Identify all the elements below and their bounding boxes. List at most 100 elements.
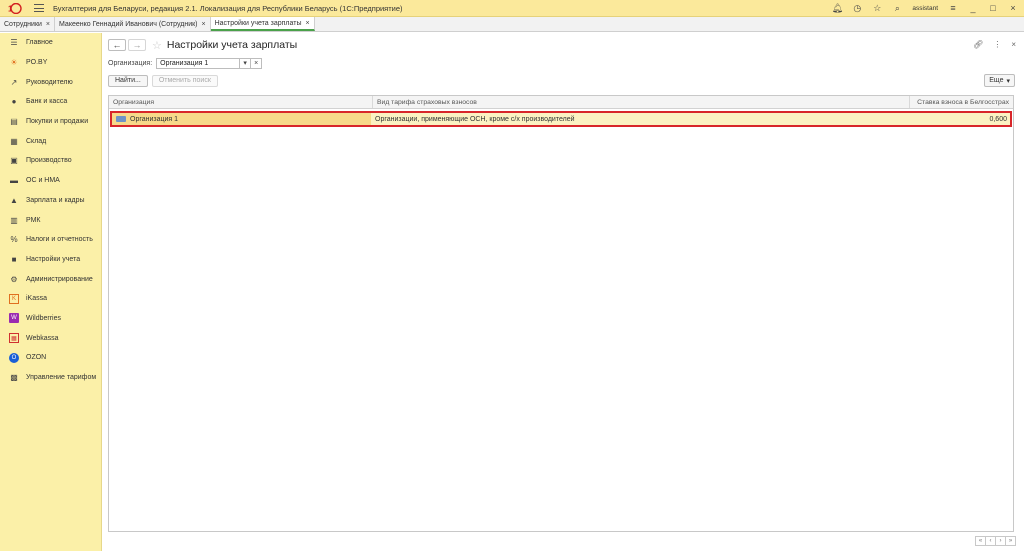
- webkassa-icon: ▦: [9, 333, 19, 344]
- sidebar-item-assets[interactable]: ▬ ОС и НМА: [0, 171, 101, 191]
- forward-button[interactable]: →: [128, 39, 146, 51]
- settings-menu-icon[interactable]: ≡: [948, 4, 958, 14]
- sidebar-item-label: iKassa: [26, 295, 48, 303]
- sidebar-item-wildberries[interactable]: W Wildberries: [0, 309, 101, 329]
- book-icon: ■: [11, 254, 17, 264]
- main-menu-icon[interactable]: [34, 4, 44, 12]
- organization-filter-input[interactable]: Организация 1: [156, 57, 241, 69]
- arrow-right-icon: →: [132, 40, 142, 50]
- ikassa-icon: K: [9, 293, 19, 304]
- sidebar-item-manager[interactable]: ↗ Руководителю: [0, 72, 101, 92]
- truck-icon: ▬: [10, 176, 18, 186]
- sidebar-item-label: Главное: [26, 39, 53, 47]
- sidebar-item-rmk[interactable]: ▥ РМК: [0, 210, 101, 230]
- sidebar-item-accounting-settings[interactable]: ■ Настройки учета: [0, 250, 101, 270]
- back-button[interactable]: ←: [108, 39, 126, 51]
- tab-salary-settings[interactable]: Настройки учета зарплаты ×: [210, 17, 315, 31]
- sidebar-item-administration[interactable]: ⚙ Администрирование: [0, 269, 101, 289]
- sidebar-item-label: Webkassa: [26, 334, 59, 342]
- sidebar-item-label: РМК: [26, 216, 41, 224]
- cell-rate[interactable]: 0,600: [911, 111, 1012, 127]
- user-name[interactable]: assistant: [912, 5, 938, 12]
- gear-icon: ⚙: [10, 274, 18, 284]
- sun-icon: ☀: [10, 58, 18, 68]
- column-header-organization[interactable]: Организация: [109, 96, 373, 108]
- favorite-star-icon[interactable]: ☆: [152, 39, 162, 52]
- sidebar-item-label: Руководителю: [26, 78, 73, 86]
- sidebar-item-label: PO.BY: [26, 59, 48, 67]
- sections-panel: ☰ Главное ☀ PO.BY ↗ Руководителю ● Банк и ка…: [0, 33, 102, 551]
- percent-icon: %: [10, 235, 18, 245]
- sidebar-item-label: OZON: [26, 354, 47, 362]
- cancel-search-button[interactable]: Отменить поиск: [151, 74, 218, 87]
- table-header: Организация Вид тарифа страховых взносов…: [109, 96, 1013, 109]
- maximize-icon[interactable]: □: [988, 4, 998, 14]
- bell-icon[interactable]: 🔔︎: [832, 4, 843, 14]
- tab-label: Настройки учета зарплаты: [214, 19, 302, 27]
- tab-employee-card[interactable]: Макеенко Геннадий Иванович (Сотрудник) ×: [55, 17, 211, 31]
- more-vertical-icon[interactable]: ⋮: [993, 40, 1001, 49]
- dropdown-icon[interactable]: ▾: [240, 57, 252, 69]
- sidebar-item-purchases[interactable]: ▤ Покупки и продажи: [0, 112, 101, 132]
- close-icon[interactable]: ×: [305, 20, 309, 27]
- tariff-icon: ▩: [10, 373, 18, 383]
- sidebar-item-label: Склад: [26, 137, 47, 145]
- arrow-left-icon: ←: [112, 40, 122, 50]
- sidebar-item-production[interactable]: ▣ Производство: [0, 151, 101, 171]
- sidebar-item-poby[interactable]: ☀ PO.BY: [0, 53, 101, 73]
- close-icon[interactable]: ×: [202, 21, 206, 28]
- sidebar-item-label: Настройки учета: [26, 255, 81, 263]
- column-header-rate[interactable]: Ставка взноса в Белгосстрах: [910, 96, 1013, 108]
- sidebar-item-label: Зарплата и кадры: [26, 196, 85, 204]
- form-area: ← → ☆ Настройки учета зарплаты 🔗︎ ⋮ × Ор…: [103, 33, 1024, 551]
- app-title: Бухгалтерия для Беларуси, редакция 2.1. …: [53, 3, 403, 13]
- 1c-logo-icon: 1: [6, 2, 26, 14]
- factory-icon: ▣: [10, 156, 18, 166]
- find-button[interactable]: Найти...: [108, 74, 148, 87]
- organization-icon: [116, 116, 126, 122]
- person-icon: ▲: [10, 195, 18, 205]
- sidebar-item-main[interactable]: ☰ Главное: [0, 33, 101, 53]
- close-window-icon[interactable]: ×: [1008, 4, 1018, 14]
- organization-name: Организация 1: [130, 115, 179, 123]
- search-icon[interactable]: ⌕: [892, 4, 902, 14]
- sidebar-item-warehouse[interactable]: ▦ Склад: [0, 131, 101, 151]
- sidebar-item-ozon[interactable]: O OZON: [0, 348, 101, 368]
- cash-register-icon: ▥: [10, 215, 18, 225]
- tab-employees[interactable]: Сотрудники ×: [0, 17, 56, 31]
- sidebar-item-bank[interactable]: ● Банк и касса: [0, 92, 101, 112]
- link-icon[interactable]: 🔗︎: [973, 40, 983, 49]
- menu-icon: ☰: [10, 38, 18, 48]
- history-icon[interactable]: ◷: [852, 4, 862, 14]
- svg-text:1: 1: [8, 4, 13, 13]
- cell-tariff[interactable]: Организации, применяющие ОСН, кроме с/х …: [371, 111, 911, 127]
- table-pager: « ‹ › »: [975, 536, 1016, 546]
- more-button[interactable]: Еще ▾: [984, 74, 1015, 87]
- minimize-icon[interactable]: _: [968, 4, 978, 14]
- sidebar-item-taxes[interactable]: % Налоги и отчетность: [0, 230, 101, 250]
- close-icon[interactable]: ×: [1011, 40, 1016, 49]
- sidebar-item-ikassa[interactable]: KiKassa: [0, 289, 101, 309]
- wildberries-icon: W: [9, 313, 19, 324]
- clear-icon[interactable]: ×: [251, 57, 263, 69]
- close-icon[interactable]: ×: [46, 21, 50, 28]
- sidebar-item-salary[interactable]: ▲ Зарплата и кадры: [0, 191, 101, 211]
- ozon-icon: O: [9, 352, 19, 363]
- column-header-tariff[interactable]: Вид тарифа страховых взносов: [373, 96, 910, 108]
- sidebar-item-webkassa[interactable]: ▦ Webkassa: [0, 328, 101, 348]
- cell-organization[interactable]: Организация 1: [112, 113, 371, 125]
- organization-filter-label: Организация:: [108, 59, 153, 67]
- warehouse-icon: ▦: [10, 136, 18, 146]
- open-windows-tabs: Сотрудники × Макеенко Геннадий Иванович …: [0, 17, 1024, 32]
- tab-label: Макеенко Геннадий Иванович (Сотрудник): [59, 20, 198, 28]
- page-title: Настройки учета зарплаты: [166, 39, 298, 51]
- sidebar-item-label: Налоги и отчетность: [26, 236, 93, 244]
- sidebar-item-label: Банк и касса: [26, 98, 68, 106]
- coin-icon: ●: [11, 97, 17, 107]
- last-page-icon[interactable]: »: [1005, 536, 1016, 546]
- table-row[interactable]: Организация 1 Организации, применяющие О…: [110, 111, 1012, 127]
- sidebar-item-tariff[interactable]: ▩ Управление тарифом: [0, 368, 101, 388]
- sidebar-item-label: Производство: [26, 157, 72, 165]
- favorites-star-icon[interactable]: ☆: [872, 4, 882, 14]
- more-button-label: Еще: [989, 77, 1004, 84]
